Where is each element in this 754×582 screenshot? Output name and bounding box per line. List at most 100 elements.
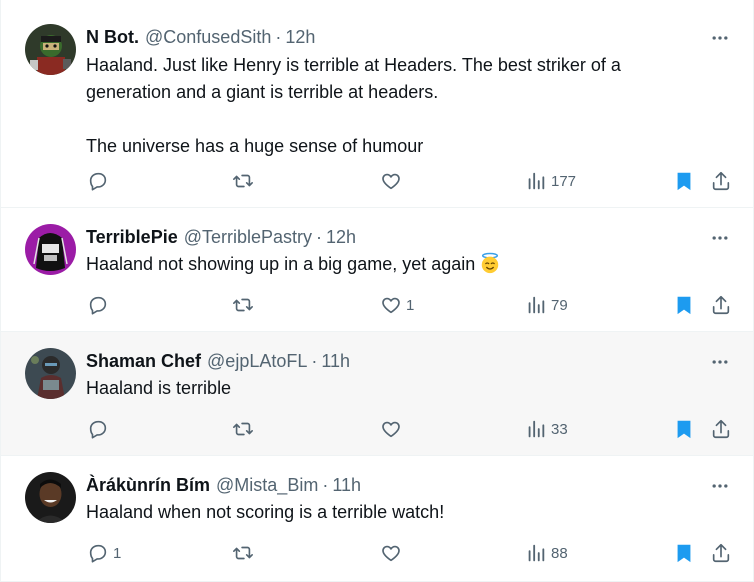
- tweet-header: Shaman Chef @ejpLAtoFL · 11h: [86, 348, 350, 374]
- timestamp[interactable]: 12h: [326, 224, 356, 250]
- retweet-icon: [233, 174, 253, 188]
- display-name[interactable]: Àrákùnrín Bím: [86, 472, 210, 498]
- avatar[interactable]: [25, 472, 76, 523]
- separator-dot: ·: [322, 475, 329, 495]
- tweet-text-body: Haaland not showing up in a big game, ye…: [86, 254, 476, 274]
- tweet-actions: 33: [1, 414, 753, 444]
- heart-icon: [382, 421, 400, 438]
- tweet-card[interactable]: Àrákùnrín Bím @Mista_Bim · 11h Haaland w…: [1, 456, 753, 582]
- reply-button[interactable]: [87, 166, 113, 196]
- retweet-button[interactable]: [232, 290, 258, 320]
- separator-dot: ·: [275, 27, 282, 47]
- reply-button[interactable]: [87, 290, 113, 320]
- like-count: 1: [406, 296, 415, 314]
- share-icon: [712, 295, 730, 315]
- views-count: 177: [551, 172, 577, 190]
- more-horizontal-icon: [712, 36, 728, 40]
- more-horizontal-icon: [712, 236, 728, 240]
- display-name[interactable]: TerriblePie: [86, 224, 178, 250]
- like-button[interactable]: [380, 166, 406, 196]
- views-count: 33: [551, 420, 568, 438]
- share-button[interactable]: [710, 414, 732, 444]
- avatar[interactable]: [25, 24, 76, 75]
- more-options-button[interactable]: [709, 352, 731, 372]
- avatar[interactable]: [25, 224, 76, 275]
- separator-dot: ·: [316, 227, 323, 247]
- retweet-button[interactable]: [232, 166, 258, 196]
- tweet-actions: 177: [1, 166, 753, 196]
- bookmark-button[interactable]: [673, 538, 695, 568]
- more-horizontal-icon: [712, 484, 728, 488]
- analytics-icon: [528, 420, 545, 438]
- reply-icon: [89, 544, 107, 563]
- tweet-header: N Bot. @ConfusedSith · 12h: [86, 24, 315, 50]
- bookmark-button[interactable]: [673, 414, 695, 444]
- heart-icon: [382, 173, 400, 190]
- tweet-header: TerriblePie @TerriblePastry · 12h: [86, 224, 356, 250]
- views-count: 88: [551, 544, 568, 562]
- reply-icon: [89, 420, 107, 439]
- bookmark-icon: [677, 544, 691, 563]
- retweet-icon: [233, 298, 253, 312]
- tweet-text: Haaland not showing up in a big game, ye…: [86, 251, 696, 278]
- views-count: 79: [551, 296, 568, 314]
- separator-dot: ·: [311, 351, 318, 371]
- reply-icon: [89, 296, 107, 315]
- retweet-icon: [233, 546, 253, 560]
- display-name[interactable]: N Bot.: [86, 24, 139, 50]
- avatar-person-photo-icon: [25, 472, 76, 523]
- heart-icon: [382, 297, 400, 314]
- tweet-header: Àrákùnrín Bím @Mista_Bim · 11h: [86, 472, 361, 498]
- avatar-purple-character-icon: [25, 224, 76, 275]
- reply-icon: [89, 172, 107, 191]
- more-options-button[interactable]: [709, 28, 731, 48]
- display-name[interactable]: Shaman Chef: [86, 348, 201, 374]
- tweet-text: Haaland is terrible: [86, 378, 232, 398]
- bookmark-icon: [677, 420, 691, 439]
- smiling-face-with-halo-icon: [482, 252, 499, 274]
- reply-feed: N Bot. @ConfusedSith · 12h Haaland. Just…: [0, 0, 754, 582]
- views-button[interactable]: 177: [525, 166, 576, 196]
- timestamp[interactable]: 11h: [321, 348, 350, 374]
- more-options-button[interactable]: [709, 476, 731, 496]
- tweet-actions: 1 79: [1, 290, 753, 320]
- reply-button[interactable]: [87, 414, 113, 444]
- retweet-icon: [233, 422, 253, 436]
- retweet-button[interactable]: [232, 538, 258, 568]
- share-button[interactable]: [710, 290, 732, 320]
- avatar[interactable]: [25, 348, 76, 399]
- more-horizontal-icon: [712, 360, 728, 364]
- avatar-armored-figure-icon: [25, 348, 76, 399]
- views-button[interactable]: 33: [525, 414, 568, 444]
- tweet-card[interactable]: Shaman Chef @ejpLAtoFL · 11h Haaland is …: [1, 332, 753, 456]
- user-handle[interactable]: @ConfusedSith: [145, 24, 271, 50]
- share-icon: [712, 419, 730, 439]
- bookmark-icon: [677, 296, 691, 315]
- views-button[interactable]: 88: [525, 538, 568, 568]
- user-handle[interactable]: @TerriblePastry: [184, 224, 312, 250]
- tweet-card[interactable]: N Bot. @ConfusedSith · 12h Haaland. Just…: [1, 0, 753, 208]
- bookmark-button[interactable]: [673, 290, 695, 320]
- bookmark-button[interactable]: [673, 166, 695, 196]
- retweet-button[interactable]: [232, 414, 258, 444]
- avatar-lego-figure-icon: [25, 24, 76, 75]
- views-button[interactable]: 79: [525, 290, 568, 320]
- like-button[interactable]: 1: [380, 290, 414, 320]
- reply-button[interactable]: 1: [87, 538, 121, 568]
- reply-count: 1: [113, 544, 122, 562]
- user-handle[interactable]: @Mista_Bim: [216, 472, 318, 498]
- heart-icon: [382, 545, 400, 562]
- analytics-icon: [528, 544, 545, 562]
- user-handle[interactable]: @ejpLAtoFL: [207, 348, 307, 374]
- like-button[interactable]: [380, 414, 406, 444]
- tweet-card[interactable]: TerriblePie @TerriblePastry · 12h Haalan…: [1, 208, 753, 332]
- bookmark-icon: [677, 172, 691, 191]
- timestamp[interactable]: 11h: [332, 472, 361, 498]
- tweet-text: Haaland when not scoring is a terrible w…: [86, 502, 445, 522]
- share-button[interactable]: [710, 166, 732, 196]
- tweet-actions: 1 88: [1, 538, 753, 568]
- like-button[interactable]: [380, 538, 406, 568]
- timestamp[interactable]: 12h: [285, 24, 315, 50]
- share-button[interactable]: [710, 538, 732, 568]
- more-options-button[interactable]: [709, 228, 731, 248]
